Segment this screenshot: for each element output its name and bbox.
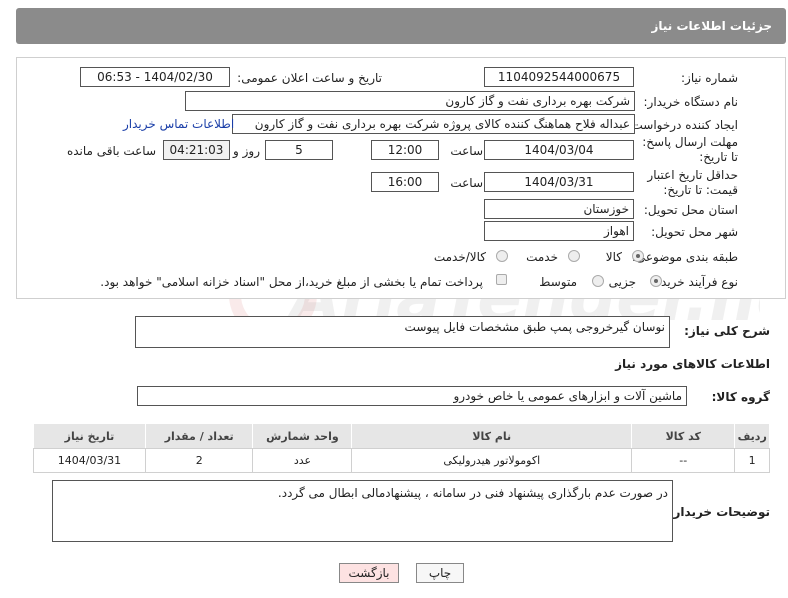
deadline-label: مهلت ارسال پاسخ: تا تاریخ: [642,135,738,164]
goods-table: ردیف کد کالا نام کالا واحد شمارش تعداد /… [33,423,770,473]
deadline-time-field: 12:00 [371,140,439,160]
col-date: تاریخ نیاز [33,423,146,449]
need-number-label: شماره نیاز: [681,71,738,85]
col-unit: واحد شمارش [252,423,353,449]
buyer-field: شرکت بهره برداری نفت و گاز کارون [185,91,635,111]
col-quantity: تعداد / مقدار [144,423,254,449]
price-time-field: 16:00 [371,172,439,192]
remaining-time-field: 04:21:03 [163,140,230,160]
back-button[interactable]: بازگشت [339,563,399,583]
category-goods-radio[interactable] [632,250,644,262]
creator-label: ایجاد کننده درخواست: [627,118,738,132]
cell-name: اکومولاتور هیدرولیکی [351,448,633,473]
province-label: استان محل تحویل: [643,203,738,217]
announce-field: 1404/02/30 - 06:53 [80,67,230,87]
goods-group-label: گروه کالا: [711,390,770,404]
goods-group-field: ماشین آلات و ابزارهای عمومی یا خاص خودرو [137,386,687,406]
days-field: 5 [265,140,333,160]
days-label: روز و [233,144,260,158]
deadline-time-label: ساعت [450,144,483,158]
need-number-field: 1104092544000675 [484,67,634,87]
goods-info-title: اطلاعات کالاهای مورد نیاز [615,357,770,371]
announce-label: تاریخ و ساعت اعلان عمومی: [237,71,382,85]
creator-field: عبداله فلاح هماهنگ کننده کالای پروژه شرک… [232,114,635,134]
buyer-label: نام دستگاه خریدار: [643,95,739,109]
city-field: اهواز [484,221,634,241]
price-validity-label: حداقل تاریخ اعتبار قیمت: تا تاریخ: [647,168,738,197]
process-medium-label: متوسط [539,275,577,289]
col-row: ردیف [734,423,770,449]
cell-row: 1 [734,448,770,473]
description-field[interactable]: نوسان گیرخروجی پمپ طبق مشخصات فایل پیوست [135,316,670,348]
category-both-radio[interactable] [496,250,508,262]
category-label: طبقه بندی موضوعی: [631,250,738,264]
treasury-payment-checkbox[interactable] [496,274,507,285]
process-minor-radio[interactable] [650,275,662,287]
col-code: کد کالا [631,423,736,449]
price-date-field: 1404/03/31 [484,172,634,192]
col-name: نام کالا [351,423,633,449]
cell-code: -- [631,448,736,473]
process-minor-label: جزیی [608,275,636,289]
province-field: خوزستان [484,199,634,219]
category-service-radio[interactable] [568,250,580,262]
category-goods-label: کالا [605,250,622,264]
buyer-contact-link[interactable]: اطلاعات تماس خریدار [123,117,234,131]
page-title: جزئیات اطلاعات نیاز [16,8,786,44]
price-time-label: ساعت [450,176,483,190]
need-details-page: جزئیات اطلاعات نیاز AriaTender.net شماره… [0,0,788,598]
description-label: شرح کلی نیاز: [684,324,770,338]
buyer-notes-field[interactable]: در صورت عدم بارگذاری پیشنهاد فنی در ساما… [52,480,673,542]
print-button[interactable]: چاپ [416,563,464,583]
goods-table-header: ردیف کد کالا نام کالا واحد شمارش تعداد /… [33,423,770,449]
cell-unit: عدد [252,448,353,473]
table-row: 1 -- اکومولاتور هیدرولیکی عدد 2 1404/03/… [33,448,770,473]
deadline-date-field: 1404/03/04 [484,140,634,160]
city-label: شهر محل تحویل: [651,225,738,239]
process-label: نوع فرآیند خرید : [653,275,738,289]
process-medium-radio[interactable] [592,275,604,287]
buyer-notes-label: توضیحات خریدار: [668,505,770,519]
category-both-label: کالا/خدمت [433,250,486,264]
cell-quantity: 2 [144,448,254,473]
remaining-label: ساعت باقی مانده [66,144,156,158]
category-service-label: خدمت [526,250,558,264]
cell-date: 1404/03/31 [33,448,146,473]
treasury-payment-note: پرداخت تمام یا بخشی از مبلغ خرید،از محل … [100,275,483,289]
